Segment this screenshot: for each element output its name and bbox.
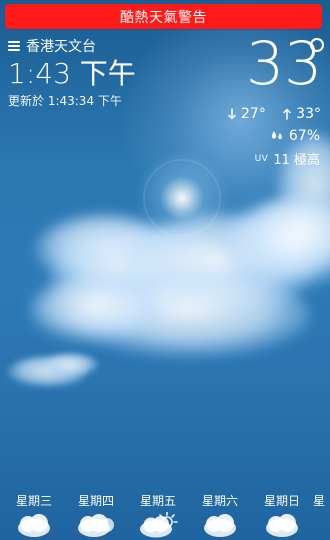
- heat-warning-label: 酷熱天氣警告: [120, 9, 207, 26]
- forecast-day-3[interactable]: 星期六: [189, 492, 251, 537]
- min-max-temperature: 27° 33°: [227, 106, 321, 122]
- uv-icon: UV: [254, 153, 269, 164]
- forecast-day-label: 星期六: [201, 494, 238, 508]
- last-updated-text: 更新於 1:43:34 下午: [8, 94, 122, 108]
- rain-cloud-icon: [18, 514, 50, 537]
- uv-value: 11 極高: [273, 153, 320, 168]
- station-row[interactable]: 香港天文台: [8, 36, 188, 56]
- location-time-block: 香港天文台 1:43 下午 更新於 1:43:34 下午: [8, 36, 188, 109]
- station-name: 香港天文台: [26, 39, 96, 55]
- forecast-day-2[interactable]: 星期五: [127, 492, 189, 538]
- uv-index: UV 11 極高: [252, 149, 320, 168]
- forecast-day-label: 星期日: [263, 494, 300, 508]
- forecast-day-label: 星期三: [15, 494, 52, 508]
- forecast-day-label: 星期四: [77, 494, 114, 508]
- rain-cloud-icon: [266, 514, 298, 537]
- rain-cloud-icon: [204, 514, 236, 537]
- heat-warning-banner[interactable]: 酷熱天氣警告: [5, 4, 322, 29]
- current-time: 1:43 下午: [8, 57, 136, 90]
- min-temperature: 27°: [227, 106, 266, 122]
- forecast-day-label: 星: [313, 494, 326, 508]
- sun-rain-cloud-icon: [140, 512, 178, 538]
- min-temp-value: 27°: [241, 106, 266, 122]
- max-temp-value: 33°: [296, 106, 321, 122]
- degree-symbol-icon: [310, 38, 324, 52]
- list-menu-icon[interactable]: [8, 41, 20, 51]
- forecast-day-1[interactable]: 星期四: [65, 492, 127, 537]
- humidity-drops-icon: [271, 131, 282, 140]
- humidity: 67%: [262, 128, 320, 144]
- max-temperature: 33°: [282, 106, 321, 122]
- rain-cloud-icon: [78, 514, 114, 537]
- forecast-day-0[interactable]: 星期三: [3, 492, 65, 537]
- arrow-down-icon: [228, 108, 236, 120]
- humidity-value: 67%: [288, 128, 320, 144]
- arrow-up-icon: [283, 108, 291, 120]
- forecast-day-label: 星期五: [139, 494, 176, 508]
- forecast-day-4[interactable]: 星期日: [251, 492, 313, 537]
- forecast-day-5[interactable]: 星: [313, 492, 330, 509]
- daily-forecast-strip[interactable]: 星期三 星期四 星期五 星期六 星期日 星: [0, 488, 330, 540]
